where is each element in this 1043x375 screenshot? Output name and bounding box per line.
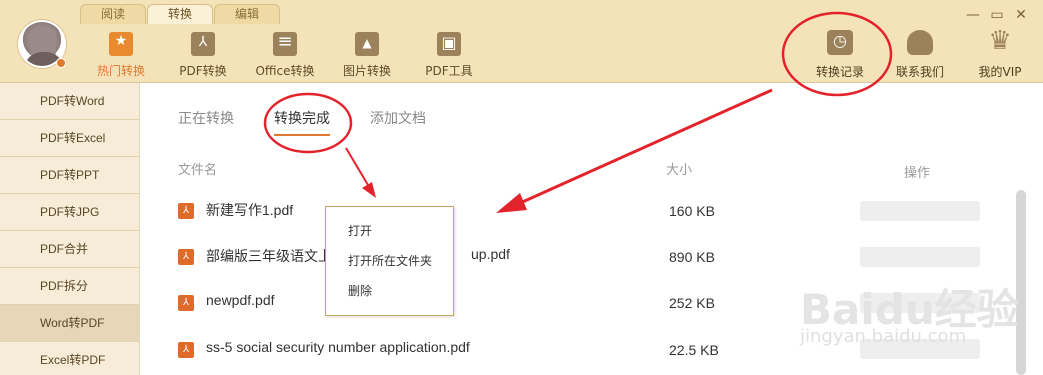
highlight-circle-history	[781, 11, 893, 97]
annotation-arrow-line	[345, 147, 369, 186]
highlight-circle-completed-tab	[263, 92, 353, 154]
annotation-arrow-line	[517, 88, 773, 206]
annotation-overlay	[263, 11, 893, 213]
annotation-arrowhead	[496, 193, 527, 213]
annotation-arrowhead	[362, 182, 376, 198]
